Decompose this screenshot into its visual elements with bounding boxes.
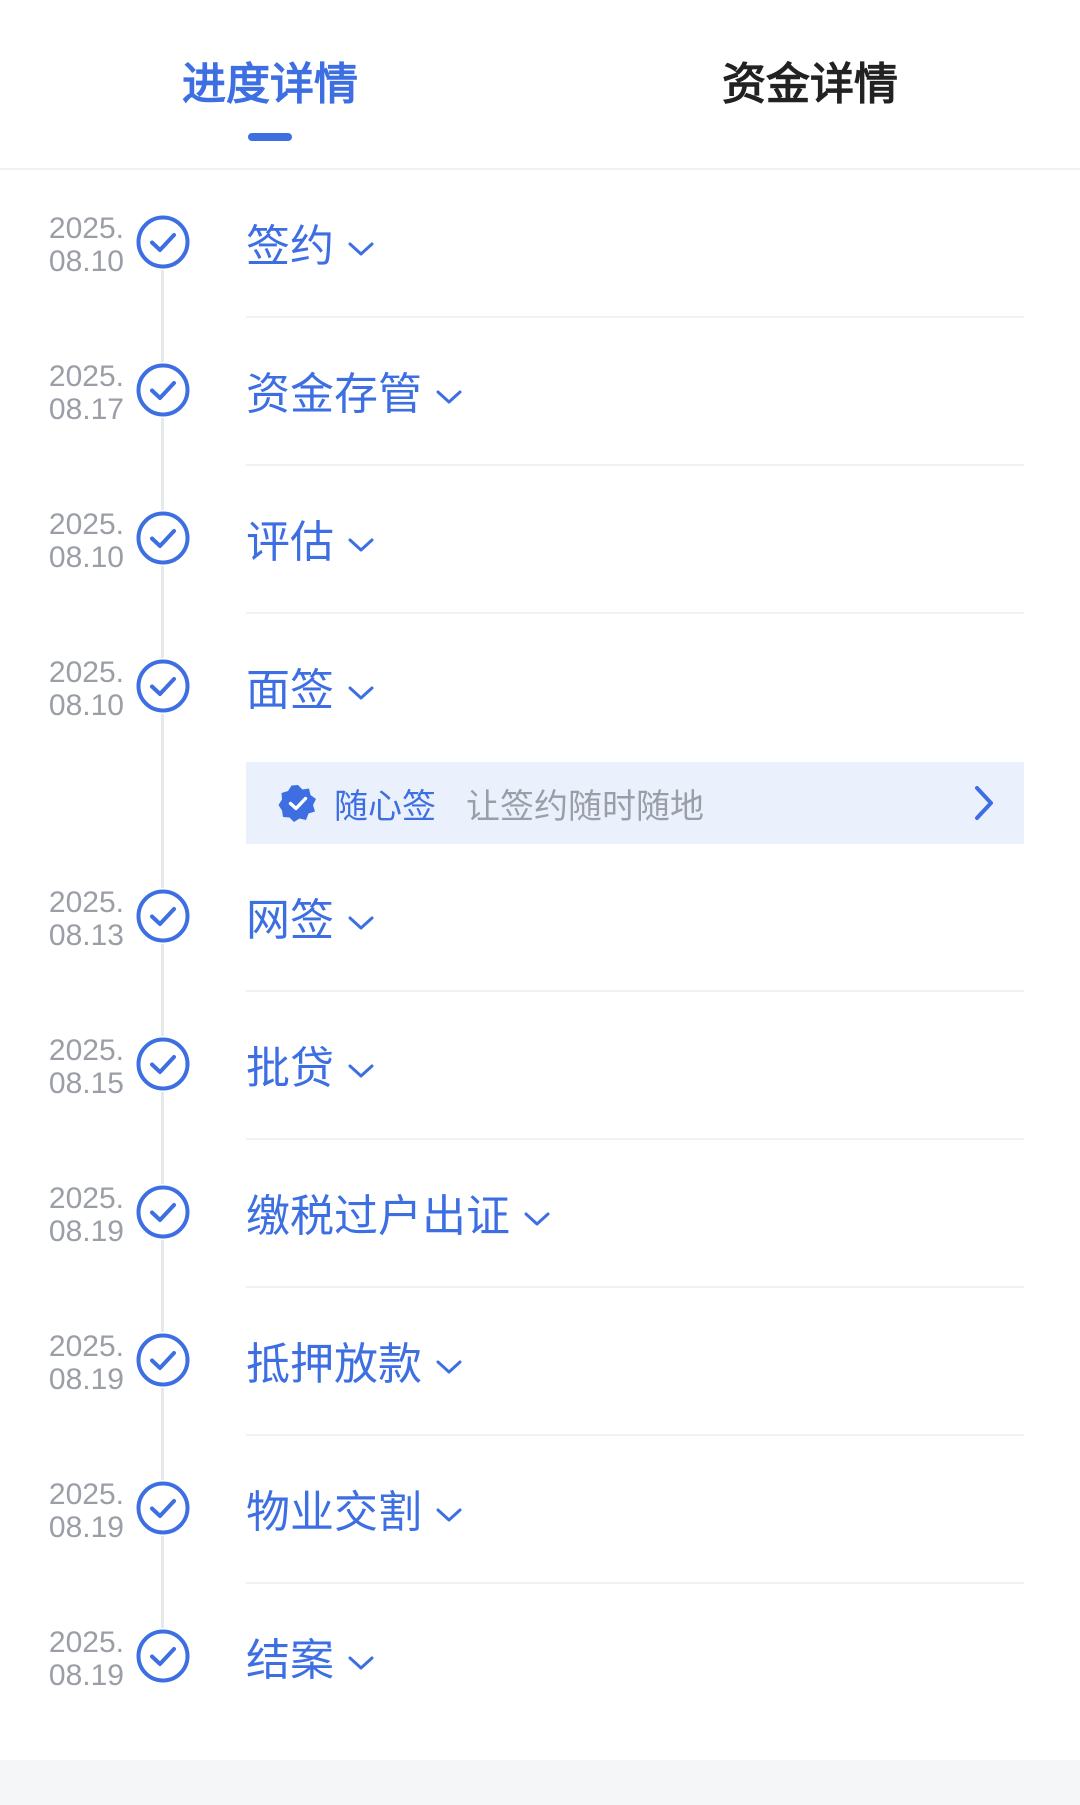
step-date: 2025. 08.10: [24, 508, 124, 574]
step-date-year: 2025.: [48, 212, 124, 245]
step-date-year: 2025.: [48, 1478, 124, 1511]
step-label-text: 签约: [246, 221, 334, 272]
chevron-down-icon: [348, 513, 374, 564]
chevron-down-icon: [348, 661, 374, 712]
promo-subtitle: 让签约随时随地: [466, 786, 704, 827]
step-date: 2025. 08.19: [24, 1330, 124, 1396]
step-label-fund-custody[interactable]: 资金存管: [246, 360, 462, 420]
check-circle-icon: [135, 1628, 191, 1684]
step-date: 2025. 08.19: [24, 1626, 124, 1692]
chevron-down-icon: [436, 365, 462, 416]
step-date-year: 2025.: [48, 1182, 124, 1215]
step-date-month-day: 08.10: [48, 689, 124, 722]
step-date-year: 2025.: [48, 886, 124, 919]
step-date-month-day: 08.19: [48, 1363, 124, 1396]
step-label-mortgage-disbursement[interactable]: 抵押放款: [246, 1330, 462, 1390]
step-label-text: 缴税过户出证: [246, 1191, 510, 1242]
step-label-loan-approval[interactable]: 批贷: [246, 1034, 374, 1094]
check-circle-icon: [135, 1036, 191, 1092]
step-date-month-day: 08.17: [48, 393, 124, 426]
promo-title: 随心签: [334, 786, 436, 827]
timeline-step: 2025. 08.17 资金存管: [0, 318, 1080, 466]
active-tab-indicator: [248, 133, 292, 141]
step-date-year: 2025.: [48, 1330, 124, 1363]
step-date: 2025. 08.15: [24, 1034, 124, 1100]
chevron-down-icon: [348, 1039, 374, 1090]
step-label-text: 面签: [246, 665, 334, 716]
step-label-online-sign[interactable]: 网签: [246, 886, 374, 946]
step-label-text: 网签: [246, 895, 334, 946]
tab-bar: 进度详情 资金详情: [0, 0, 1080, 170]
timeline-step: 2025. 08.19 缴税过户出证: [0, 1140, 1080, 1288]
step-date-year: 2025.: [48, 508, 124, 541]
verified-badge-icon: [278, 783, 318, 823]
step-label-property-handover[interactable]: 物业交割: [246, 1478, 462, 1538]
step-label-sign-contract[interactable]: 签约: [246, 212, 374, 272]
check-circle-icon: [135, 658, 191, 714]
chevron-down-icon: [348, 891, 374, 942]
step-date: 2025. 08.17: [24, 360, 124, 426]
step-date-month-day: 08.10: [48, 245, 124, 278]
timeline-step: 2025. 08.19 结案: [0, 1584, 1080, 1732]
check-circle-icon: [135, 1480, 191, 1536]
check-circle-icon: [135, 1332, 191, 1388]
check-circle-icon: [135, 1184, 191, 1240]
step-label-text: 批贷: [246, 1043, 334, 1094]
step-date-year: 2025.: [48, 360, 124, 393]
chevron-down-icon: [348, 1631, 374, 1682]
timeline-step: 2025. 08.15 批贷: [0, 992, 1080, 1140]
timeline-step: 2025. 08.10 评估: [0, 466, 1080, 614]
step-label-tax-transfer-certificate[interactable]: 缴税过户出证: [246, 1182, 550, 1242]
timeline-step: 2025. 08.13 网签: [0, 844, 1080, 992]
step-date: 2025. 08.19: [24, 1182, 124, 1248]
step-label-appraisal[interactable]: 评估: [246, 508, 374, 568]
timeline-step: 2025. 08.19 抵押放款: [0, 1288, 1080, 1436]
step-date-month-day: 08.19: [48, 1659, 124, 1692]
step-date: 2025. 08.10: [24, 212, 124, 278]
check-circle-icon: [135, 214, 191, 270]
step-date-month-day: 08.19: [48, 1511, 124, 1544]
step-label-text: 物业交割: [246, 1487, 422, 1538]
timeline-step: 2025. 08.10 面签: [0, 614, 1080, 762]
step-label-face-sign[interactable]: 面签: [246, 656, 374, 716]
chevron-down-icon: [436, 1335, 462, 1386]
timeline-step: 2025. 08.19 物业交割: [0, 1436, 1080, 1584]
step-label-text: 资金存管: [246, 369, 422, 420]
check-circle-icon: [135, 362, 191, 418]
chevron-down-icon: [524, 1187, 550, 1238]
step-date-month-day: 08.15: [48, 1067, 124, 1100]
step-date: 2025. 08.13: [24, 886, 124, 952]
tab-progress-details[interactable]: 进度详情: [120, 50, 420, 120]
step-date-year: 2025.: [48, 656, 124, 689]
chevron-down-icon: [348, 217, 374, 268]
check-circle-icon: [135, 888, 191, 944]
step-label-text: 评估: [246, 517, 334, 568]
tab-funds-details[interactable]: 资金详情: [660, 50, 960, 120]
step-date-year: 2025.: [48, 1626, 124, 1659]
step-date-year: 2025.: [48, 1034, 124, 1067]
step-date-month-day: 08.19: [48, 1215, 124, 1248]
step-date-month-day: 08.13: [48, 919, 124, 952]
step-date: 2025. 08.19: [24, 1478, 124, 1544]
bottom-section-separator: [0, 1760, 1080, 1805]
step-label-text: 结案: [246, 1635, 334, 1686]
step-date-month-day: 08.10: [48, 541, 124, 574]
check-circle-icon: [135, 510, 191, 566]
chevron-down-icon: [436, 1483, 462, 1534]
chevron-right-icon: [972, 784, 996, 826]
promo-banner[interactable]: 随心签 让签约随时随地: [246, 762, 1024, 844]
step-label-case-closed[interactable]: 结案: [246, 1626, 374, 1686]
step-date: 2025. 08.10: [24, 656, 124, 722]
timeline-step: 2025. 08.10 签约: [0, 170, 1080, 318]
step-label-text: 抵押放款: [246, 1339, 422, 1390]
